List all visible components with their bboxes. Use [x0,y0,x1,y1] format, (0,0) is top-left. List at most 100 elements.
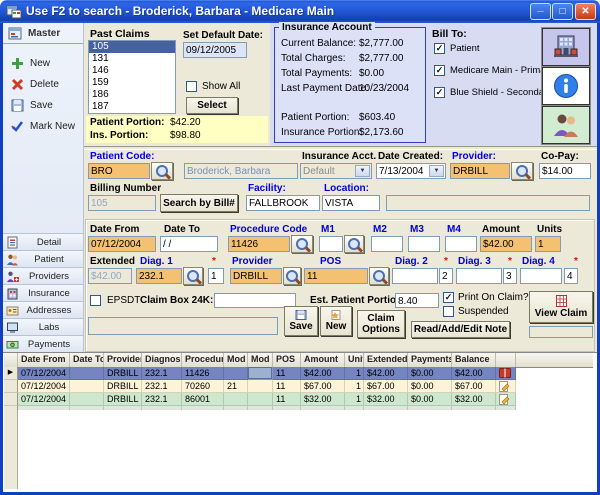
sidebar-mark-new-button[interactable]: Mark New [3,116,83,137]
sidebar-master-header[interactable]: Master [3,23,83,44]
cell-diagnosis[interactable]: 232.1 [142,393,182,406]
cell-pos[interactable]: 11 [273,380,301,393]
cell-extended[interactable]: $42.00 [364,367,408,380]
provider-search-button[interactable] [511,162,533,180]
m1-input[interactable] [319,236,343,252]
m4-input[interactable] [445,236,477,252]
sidebar-new-button[interactable]: New [3,53,83,74]
cell-mod2-focused[interactable] [248,367,273,380]
sidebar-item-addresses[interactable]: Addresses [3,301,83,318]
date-from-input[interactable]: 07/12/2004 [88,236,156,252]
sidebar-item-detail[interactable]: Detail [3,233,83,250]
diag2-input[interactable] [392,268,438,284]
date-created-select[interactable]: 7/13/2004 [376,163,446,179]
show-all-checkbox[interactable] [186,81,197,92]
sidebar-item-insurance[interactable]: Insurance [3,284,83,301]
column-header[interactable]: Amount [301,353,345,367]
cell-date-to[interactable] [70,380,104,393]
cell-mod2[interactable] [248,380,273,393]
search-by-bill-button[interactable]: Search by Bill# [160,194,238,212]
cell-diagnosis[interactable]: 232.1 [142,380,182,393]
cell-units[interactable]: 1 [345,393,364,406]
info-button[interactable] [542,67,590,105]
cell-amount[interactable]: $32.00 [301,393,345,406]
column-header[interactable]: Units [345,353,364,367]
cell-amount[interactable]: $42.00 [301,367,345,380]
diag1-input[interactable]: 232.1 [136,268,182,284]
facility-button[interactable] [542,28,590,66]
cell-units[interactable]: 1 [345,367,364,380]
row-note-button[interactable] [496,367,516,380]
bill-to-medicare-checkbox[interactable] [434,65,445,76]
line-provider-input[interactable]: DRBILL [230,268,282,284]
sidebar-delete-button[interactable]: Delete [3,74,83,95]
amount-input[interactable]: $42.00 [480,236,532,252]
sidebar-item-patient[interactable]: Patient [3,250,83,267]
diag3-input[interactable] [456,268,502,284]
procedure-search-button[interactable] [291,235,313,253]
units-input[interactable]: 1 [535,236,561,252]
cell-date-from[interactable]: 07/12/2004 [18,367,70,380]
procedure-code-input[interactable]: 11426 [228,236,290,252]
m2-input[interactable] [371,236,403,252]
column-header[interactable]: Diagnosis [142,353,182,367]
cell-payments[interactable]: $0.00 [408,380,452,393]
diag4-index-input[interactable]: 4 [564,268,578,284]
column-header[interactable]: Payments [408,353,452,367]
cell-amount[interactable]: $67.00 [301,380,345,393]
minimize-button[interactable] [530,3,551,20]
row-selector-arrow[interactable]: ▶ [4,367,18,380]
facility-input[interactable]: FALLBROOK [246,195,320,211]
cell-balance[interactable]: $42.00 [452,367,496,380]
view-claim-button[interactable]: View Claim [529,291,593,323]
pos-input[interactable]: 11 [304,268,368,284]
m1-search-button[interactable] [344,235,364,253]
past-claims-item[interactable]: 159 [89,77,175,89]
past-claims-item[interactable]: 186 [89,89,175,101]
patients-button[interactable] [542,106,590,144]
bill-to-patient-checkbox[interactable] [434,43,445,54]
row-selector[interactable] [4,393,18,406]
cell-date-from[interactable]: 07/12/2004 [18,393,70,406]
cell-date-to[interactable] [70,367,104,380]
read-add-edit-note-button[interactable]: Read/Add/Edit Note [411,321,510,338]
patient-code-input[interactable]: BRO [88,163,150,179]
diag1-index-input[interactable]: 1 [208,268,224,284]
cell-diagnosis[interactable]: 232.1 [142,367,182,380]
cell-payments[interactable]: $0.00 [408,393,452,406]
past-claims-item[interactable]: 105 [89,41,175,53]
cell-date-from[interactable]: 07/12/2004 [18,380,70,393]
row-note-button[interactable] [496,380,516,393]
row-selector[interactable] [4,380,18,393]
cell-procedure[interactable]: 70260 [182,380,224,393]
column-header[interactable]: Mod 2 [248,353,273,367]
sidebar-item-labs[interactable]: Labs [3,318,83,335]
column-header[interactable]: Mod 1 [224,353,248,367]
cell-payments[interactable]: $0.00 [408,367,452,380]
set-default-date-input[interactable]: 09/12/2005 [183,42,247,58]
diag1-search-button[interactable] [183,267,203,285]
cell-pos[interactable]: 11 [273,393,301,406]
diag3-index-input[interactable]: 3 [503,268,517,284]
column-header[interactable]: Procedure [182,353,224,367]
cell-provider[interactable]: DRBILL [104,380,142,393]
table-row[interactable]: 07/12/2004 DRBILL 232.1 86001 11 $32.00 … [4,393,516,406]
print-on-claim-checkbox[interactable] [443,292,454,303]
cell-balance[interactable]: $67.00 [452,380,496,393]
column-header[interactable]: Balance [452,353,496,367]
line-save-button[interactable]: Save [284,306,318,336]
claim-options-button[interactable]: Claim Options [357,310,405,338]
column-header[interactable]: Provider [104,353,142,367]
cell-mod2[interactable] [248,393,273,406]
est-patient-portion-input[interactable]: 8.40 [395,293,439,308]
location-input[interactable]: VISTA [322,195,380,211]
patient-code-search-button[interactable] [151,162,173,180]
cell-provider[interactable]: DRBILL [104,367,142,380]
close-button[interactable] [575,3,596,20]
cell-balance[interactable]: $32.00 [452,393,496,406]
line-new-button[interactable]: New [320,306,352,336]
diag2-index-input[interactable]: 2 [439,268,453,284]
cell-extended[interactable]: $67.00 [364,380,408,393]
cell-mod1[interactable]: 21 [224,380,248,393]
cell-provider[interactable]: DRBILL [104,393,142,406]
